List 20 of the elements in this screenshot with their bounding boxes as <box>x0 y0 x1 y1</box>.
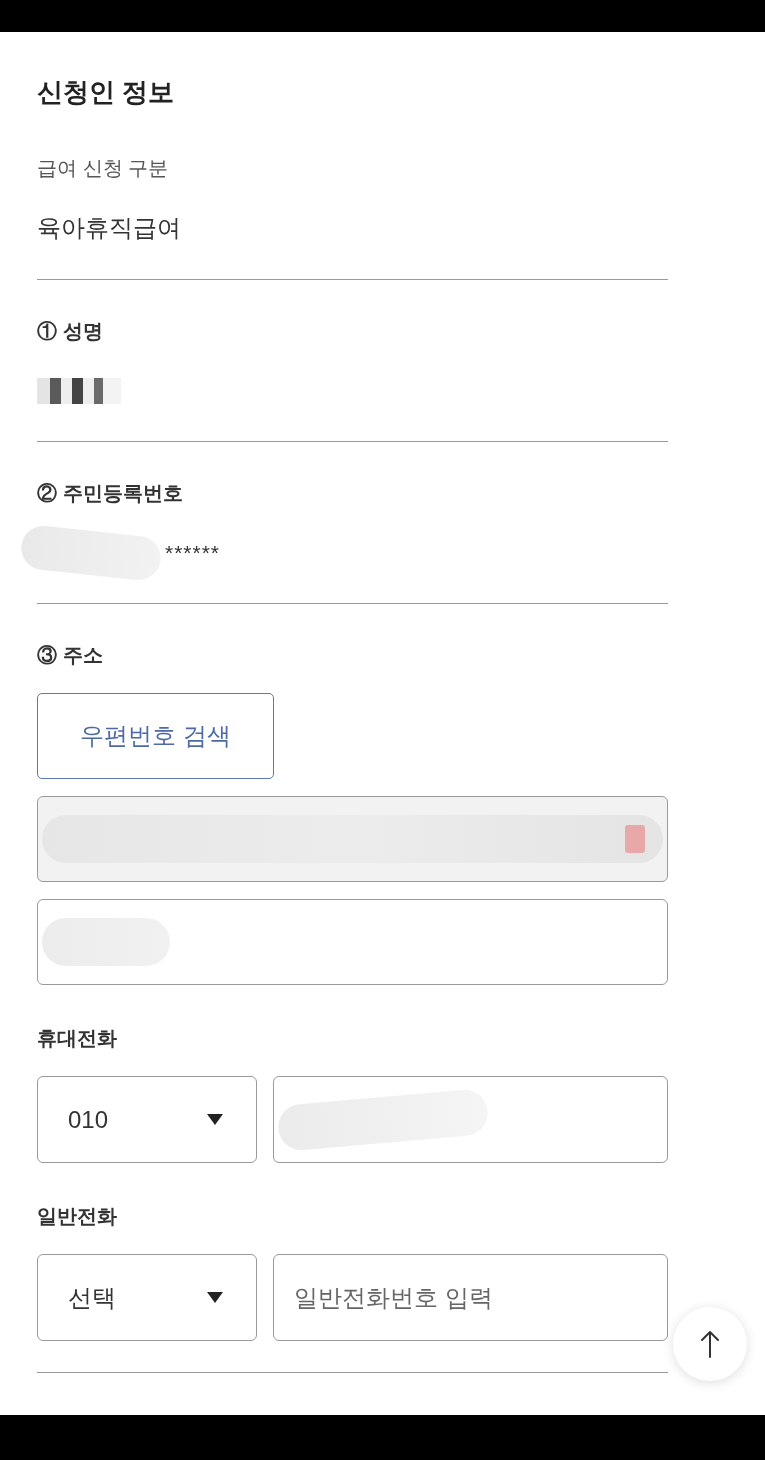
field-value: ****** <box>165 540 221 566</box>
field-label: ② 주민등록번호 <box>37 481 183 506</box>
phone-number-field[interactable]: 일반전화번호 입력 <box>273 1254 668 1341</box>
section-title: 신청인 정보 <box>37 76 175 109</box>
phone-number-field[interactable] <box>273 1076 668 1163</box>
field-label: 일반전화 <box>37 1204 117 1229</box>
caret-icon <box>207 1292 223 1303</box>
address-field[interactable] <box>37 796 668 882</box>
address-field[interactable] <box>37 899 668 985</box>
field-label: 급여 신청 구분 <box>37 156 169 181</box>
caret-icon <box>207 1114 223 1125</box>
area-code-select[interactable]: 선택 <box>37 1254 257 1341</box>
arrow-up-icon <box>700 1330 720 1358</box>
field-label: ③ 주소 <box>37 643 103 668</box>
field-value: 육아휴직급여 <box>37 213 181 243</box>
marker-icon <box>625 825 645 853</box>
postcode-search-button[interactable]: 우편번호 검색 <box>37 693 274 779</box>
field-label: ① 성명 <box>37 319 103 344</box>
area-code-select[interactable]: 010 <box>37 1076 257 1163</box>
field-label: 휴대전화 <box>37 1026 117 1051</box>
